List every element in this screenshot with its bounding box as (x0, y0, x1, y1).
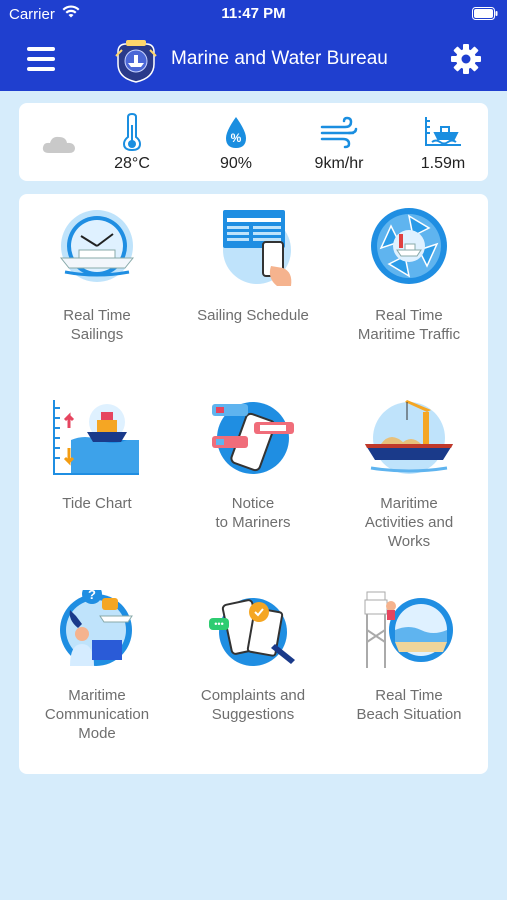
app-header: Marine and Water Bureau (0, 28, 507, 91)
wave-height-item: 1.59m (403, 113, 483, 173)
clock-time: 11:47 PM (221, 5, 286, 22)
tile-label: Maritime Activities and Works (364, 495, 454, 550)
wind-item: 9km/hr (299, 113, 379, 173)
services-grid: Real Time Sailings Sailing Schedule Real… (19, 194, 488, 774)
tile-real-time-sailings[interactable]: Real Time Sailings (19, 206, 175, 344)
temperature-item: 28°C (92, 113, 172, 173)
page-title: Marine and Water Bureau (171, 48, 388, 69)
tile-label: Complaints and Suggestions (200, 687, 306, 723)
ferry-clock-icon (59, 210, 135, 282)
thermometer-icon (122, 113, 142, 151)
gear-icon[interactable] (449, 42, 483, 76)
weather-summary-card: 28°C % 90% 9km/hr 1.59m (19, 103, 488, 181)
tile-sailing-schedule[interactable]: Sailing Schedule (175, 206, 331, 325)
tile-complaints-and-suggestions[interactable]: ••• Complaints and Suggestions (175, 590, 331, 724)
tile-maritime-communication-mode[interactable]: ? Maritime Communication Mode (19, 590, 175, 743)
complaint-chat-icon: ••• (209, 598, 295, 666)
tile-real-time-beach-situation[interactable]: Real Time Beach Situation (331, 590, 487, 724)
battery-icon (472, 7, 498, 20)
temperature-value: 28°C (114, 155, 150, 172)
hamburger-menu-icon[interactable] (27, 47, 55, 71)
notice-phone-icon (212, 402, 294, 474)
bureau-emblem-logo (115, 40, 157, 83)
cloud-icon (42, 136, 75, 153)
tide-boat-icon (53, 400, 139, 475)
crane-barge-icon (365, 400, 453, 474)
humidity-item: % 90% (196, 113, 276, 173)
schedule-phone-icon (223, 210, 292, 286)
wave-height-icon (425, 117, 461, 146)
wind-icon (320, 116, 358, 149)
tile-label: Real Time Sailings (63, 307, 131, 343)
tile-maritime-activities-and-works[interactable]: Maritime Activities and Works (331, 398, 487, 551)
tile-label: Notice to Mariners (215, 495, 291, 531)
tile-notice-to-mariners[interactable]: Notice to Mariners (175, 398, 331, 532)
status-bar: Carrier 11:47 PM (0, 0, 507, 28)
lifeguard-beach-icon (364, 591, 453, 668)
wind-value: 9km/hr (314, 155, 364, 172)
tile-tide-chart[interactable]: Tide Chart (19, 398, 175, 513)
operator-phone-icon: ? (60, 590, 133, 666)
camera-shutter-ship-icon (371, 208, 447, 284)
svg-text:•••: ••• (214, 619, 223, 629)
wave-height-value: 1.59m (420, 155, 466, 172)
tile-label: Tide Chart (62, 495, 132, 512)
tile-label: Maritime Communication Mode (44, 687, 150, 742)
svg-text:%: % (231, 131, 242, 145)
tile-label: Real Time Beach Situation (356, 687, 462, 723)
tile-real-time-maritime-traffic[interactable]: Real Time Maritime Traffic (331, 206, 487, 344)
humidity-value: 90% (219, 155, 253, 172)
humidity-drop-icon: % (226, 117, 246, 148)
tile-label: Sailing Schedule (197, 307, 309, 324)
tile-label: Real Time Maritime Traffic (357, 307, 461, 343)
svg-text:?: ? (88, 590, 96, 602)
